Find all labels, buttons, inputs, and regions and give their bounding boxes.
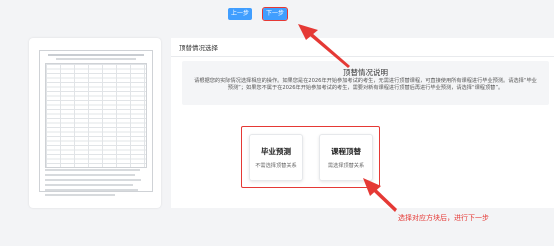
- arrow-to-next-icon: [298, 24, 350, 68]
- annotation-arrows: [298, 24, 397, 212]
- arrow-to-options-icon: [363, 178, 397, 212]
- annotation-text: 选择对应方块后，进行下一步: [398, 214, 489, 222]
